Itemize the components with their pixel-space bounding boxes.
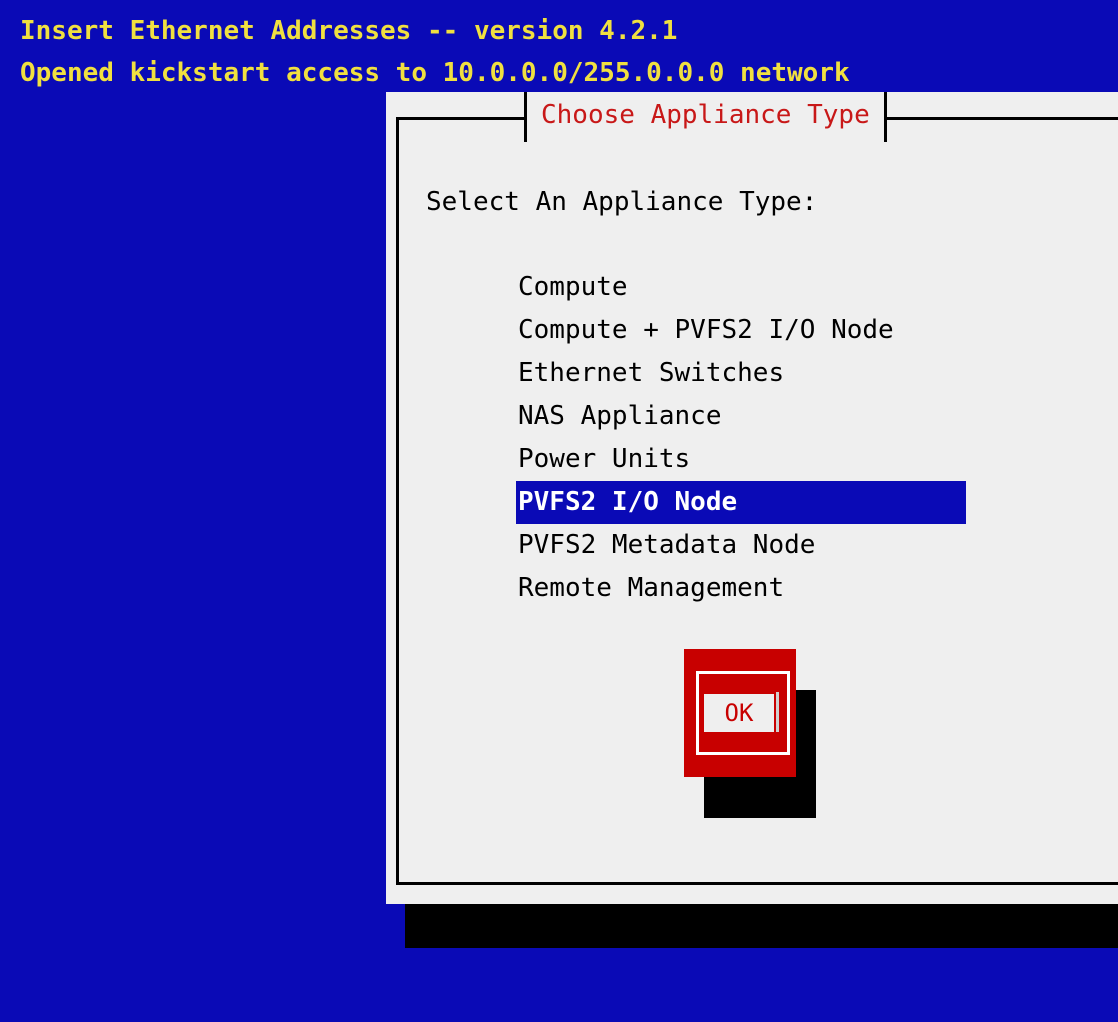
- dialog-prompt: Select An Appliance Type:: [426, 187, 818, 217]
- appliance-type-list[interactable]: Compute Compute + PVFS2 I/O Node Etherne…: [516, 266, 966, 610]
- terminal-screen: Insert Ethernet Addresses -- version 4.2…: [0, 0, 1118, 1022]
- list-item-ethernet-switches[interactable]: Ethernet Switches: [516, 352, 966, 395]
- header-title: Insert Ethernet Addresses -- version 4.2…: [20, 16, 678, 46]
- list-item-nas-appliance[interactable]: NAS Appliance: [516, 395, 966, 438]
- header-status: Opened kickstart access to 10.0.0.0/255.…: [20, 58, 850, 88]
- list-item-compute-pvfs2-io-node[interactable]: Compute + PVFS2 I/O Node: [516, 309, 966, 352]
- ok-button[interactable]: OK: [684, 649, 796, 777]
- list-item-pvfs2-io-node[interactable]: PVFS2 I/O Node: [516, 481, 966, 524]
- list-item-compute[interactable]: Compute: [516, 266, 966, 309]
- text-cursor: [776, 692, 779, 732]
- list-item-power-units[interactable]: Power Units: [516, 438, 966, 481]
- list-item-remote-management[interactable]: Remote Management: [516, 567, 966, 610]
- list-item-pvfs2-metadata-node[interactable]: PVFS2 Metadata Node: [516, 524, 966, 567]
- dialog-title: Choose Appliance Type: [524, 92, 887, 142]
- appliance-type-dialog: Choose Appliance Type Select An Applianc…: [386, 92, 1118, 904]
- ok-button-label[interactable]: OK: [704, 694, 774, 732]
